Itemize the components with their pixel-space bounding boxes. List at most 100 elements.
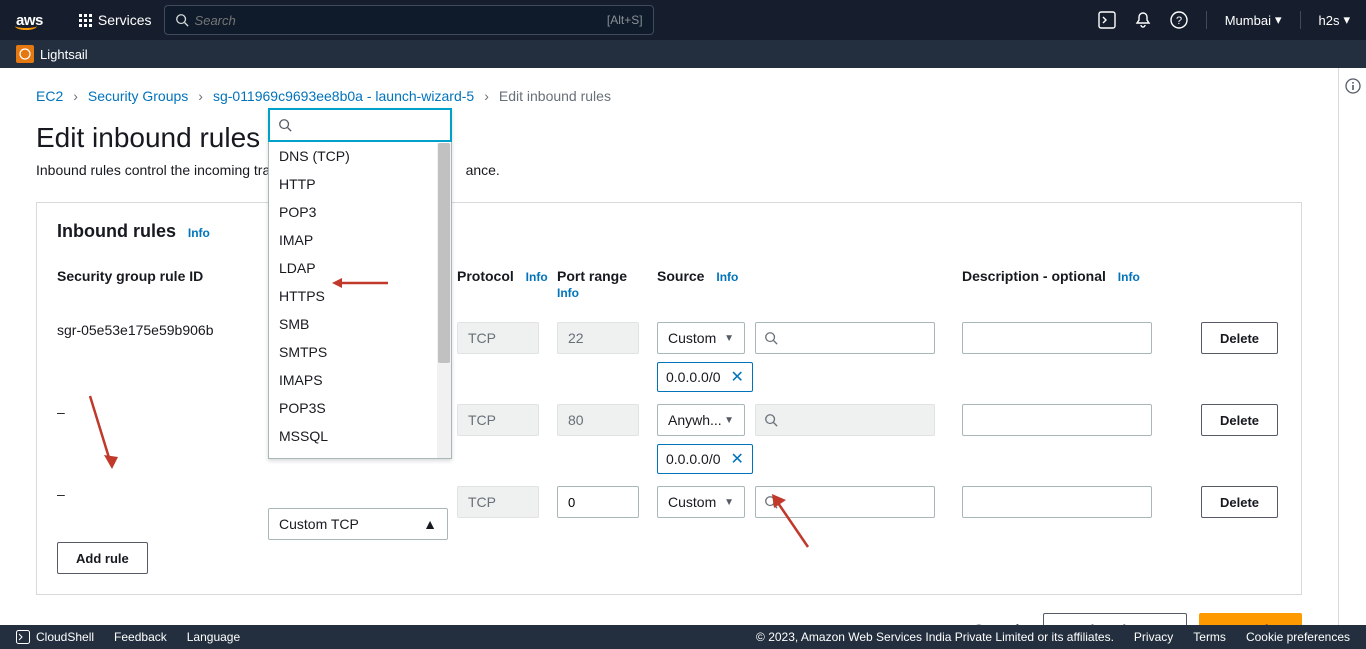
card-info-link[interactable]: Info (188, 226, 210, 240)
description-input[interactable] (962, 322, 1152, 354)
search-shortcut: [Alt+S] (607, 13, 643, 27)
rule-row: – TCP Custom▼ Delete (57, 474, 1281, 518)
dropdown-search[interactable] (268, 108, 452, 142)
search-icon (764, 495, 778, 509)
port-field: 80 (557, 404, 639, 436)
protocol-field: TCP (457, 322, 539, 354)
type-option[interactable]: DNS (TCP) (269, 142, 451, 170)
remove-chip-icon[interactable]: ✕ (731, 449, 744, 469)
search-icon (764, 331, 778, 345)
region-selector[interactable]: Mumbai▾ (1225, 12, 1282, 28)
footer-feedback[interactable]: Feedback (114, 630, 167, 644)
services-menu[interactable]: Services (79, 12, 152, 28)
region-label: Mumbai (1225, 13, 1271, 28)
remove-chip-icon[interactable]: ✕ (731, 367, 744, 387)
col-source: Source Info (657, 268, 962, 300)
source-info[interactable]: Info (716, 270, 738, 284)
type-option[interactable]: IMAPS (269, 366, 451, 394)
nav-divider (1300, 11, 1301, 29)
port-field: 22 (557, 322, 639, 354)
help-icon[interactable]: ? (1170, 11, 1188, 29)
search-icon (278, 118, 292, 132)
source-search[interactable] (755, 486, 935, 518)
rule-id: sgr-05e53e175e59b906b (57, 322, 257, 338)
rule-row: sgr-05e53e175e59b906b TCP 22 Custom▼ 0.0… (57, 310, 1281, 392)
footer-terms[interactable]: Terms (1193, 630, 1226, 644)
footer-cookies[interactable]: Cookie preferences (1246, 630, 1350, 644)
breadcrumb-link[interactable]: Security Groups (88, 88, 188, 104)
type-option[interactable]: POP3 (269, 198, 451, 226)
type-option[interactable]: SMTPS (269, 338, 451, 366)
rule-id: – (57, 404, 257, 420)
footer-language[interactable]: Language (187, 630, 240, 644)
breadcrumb-link[interactable]: sg-011969c9693ee8b0a - launch-wizard-5 (213, 88, 474, 104)
lightsail-icon (16, 45, 34, 63)
source-mode-select[interactable]: Custom▼ (657, 486, 745, 518)
breadcrumb-link[interactable]: EC2 (36, 88, 63, 104)
nav-right: ? Mumbai▾ h2s▾ (1098, 11, 1350, 29)
dropdown-list[interactable]: DNS (TCP)HTTPPOP3IMAPLDAPHTTPSSMBSMTPSIM… (269, 142, 451, 458)
preview-changes-button[interactable]: Preview changes (1043, 613, 1187, 625)
info-panel-toggle[interactable] (1338, 68, 1366, 625)
caret-down-icon: ▼ (724, 415, 734, 426)
description-input[interactable] (962, 486, 1152, 518)
desc-info[interactable]: Info (1118, 270, 1140, 284)
footer-privacy[interactable]: Privacy (1134, 630, 1173, 644)
delete-rule-button[interactable]: Delete (1201, 404, 1278, 436)
dropdown-scrollbar[interactable] (437, 143, 451, 458)
type-option[interactable]: NFS (269, 450, 451, 458)
col-protocol: Protocol Info (457, 268, 557, 300)
source-mode-select[interactable]: Custom▼ (657, 322, 745, 354)
protocol-field: TCP (457, 486, 539, 518)
page-subtitle: Inbound rules control the incoming traff… (36, 162, 1302, 178)
scrollbar-thumb[interactable] (438, 143, 450, 363)
page-title: Edit inbound rules (36, 122, 260, 154)
cancel-button[interactable]: Cancel (962, 613, 1032, 625)
account-menu[interactable]: h2s▾ (1319, 12, 1351, 28)
type-option[interactable]: HTTPS (269, 282, 451, 310)
caret-up-icon: ▲ (423, 516, 437, 532)
info-icon (1345, 78, 1361, 94)
rule-id: – (57, 486, 257, 502)
type-option[interactable]: IMAP (269, 226, 451, 254)
type-option[interactable]: SMB (269, 310, 451, 338)
search-input[interactable] (195, 13, 607, 28)
lightsail-label: Lightsail (40, 47, 88, 62)
breadcrumb: EC2 › Security Groups › sg-011969c9693ee… (36, 88, 1302, 104)
type-dropdown-open: DNS (TCP)HTTPPOP3IMAPLDAPHTTPSSMBSMTPSIM… (268, 108, 452, 459)
type-option[interactable]: MSSQL (269, 422, 451, 450)
form-actions: Cancel Preview changes Save rules (36, 613, 1302, 625)
protocol-field: TCP (457, 404, 539, 436)
search-icon (175, 13, 189, 27)
port-info[interactable]: Info (557, 286, 579, 300)
cloudshell-top-icon[interactable] (1098, 11, 1116, 29)
main-content: EC2 › Security Groups › sg-011969c9693ee… (0, 68, 1338, 625)
footer-cloudshell[interactable]: CloudShell (16, 630, 94, 644)
source-search[interactable] (755, 322, 935, 354)
add-rule-button[interactable]: Add rule (57, 542, 148, 574)
delete-rule-button[interactable]: Delete (1201, 486, 1278, 518)
caret-down-icon: ▾ (1343, 12, 1350, 28)
type-option[interactable]: POP3S (269, 394, 451, 422)
delete-rule-button[interactable]: Delete (1201, 322, 1278, 354)
col-id: Security group rule ID (57, 268, 257, 300)
rule-row: – TCP 80 Anywh...▼ 0.0.0.0/0✕ Delete (57, 392, 1281, 474)
protocol-info[interactable]: Info (526, 270, 548, 284)
type-option[interactable]: HTTP (269, 170, 451, 198)
bell-icon[interactable] (1134, 11, 1152, 29)
save-rules-button[interactable]: Save rules (1199, 613, 1302, 625)
nav-divider (1206, 11, 1207, 29)
services-label: Services (98, 12, 152, 28)
description-input[interactable] (962, 404, 1152, 436)
lightsail-shortcut[interactable]: Lightsail (16, 45, 88, 63)
global-search[interactable]: [Alt+S] (164, 5, 654, 35)
port-input[interactable] (557, 486, 639, 518)
aws-logo[interactable]: aws (16, 12, 65, 29)
type-select-row3[interactable]: Custom TCP ▲ (268, 508, 448, 540)
type-option[interactable]: LDAP (269, 254, 451, 282)
footer-copyright: © 2023, Amazon Web Services India Privat… (756, 630, 1114, 644)
footer: CloudShell Feedback Language © 2023, Ama… (0, 625, 1366, 649)
col-port: Port range Info (557, 268, 657, 300)
source-mode-select[interactable]: Anywh...▼ (657, 404, 745, 436)
source-search (755, 404, 935, 436)
